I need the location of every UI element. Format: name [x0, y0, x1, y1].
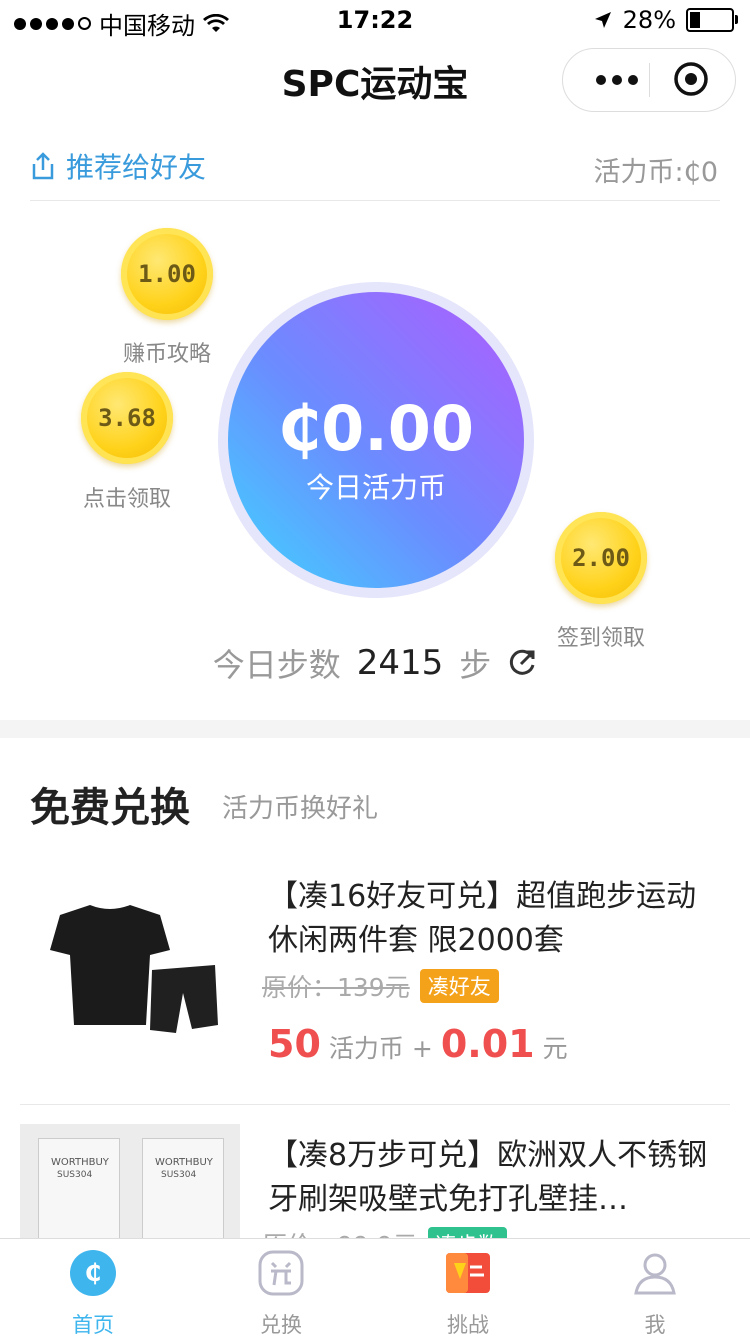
original-price: 原价：139元: [262, 973, 410, 1002]
header-divider: [30, 200, 720, 201]
section-separator: [0, 720, 750, 738]
today-steps: 今日步数 2415 步: [0, 640, 750, 686]
today-coin-circle: ₵0.00 今日活力币: [228, 292, 524, 588]
steps-label: 今日步数: [212, 646, 341, 684]
status-bar: 中国移动 17:22 28%: [0, 0, 750, 40]
close-target-icon[interactable]: [673, 61, 709, 97]
location-arrow-icon: [594, 12, 611, 28]
tab-label: 我: [644, 1313, 666, 1337]
holder-panel: WORTHBUY SUS304: [38, 1138, 120, 1238]
steps-tag: 凑步数: [427, 1227, 507, 1238]
coin-label: 点击领取: [82, 487, 171, 512]
coin-price: 50: [268, 1022, 321, 1066]
row-divider: [20, 1104, 730, 1105]
coin-value: 3.68: [98, 404, 156, 432]
cash-unit: 元: [542, 1034, 568, 1063]
battery-percent: 28%: [622, 6, 676, 34]
tab-label: 兑换: [260, 1313, 302, 1337]
challenge-icon: [446, 1253, 490, 1293]
original-price: 原价：99.9元: [262, 1226, 418, 1238]
product-card[interactable]: 【凑16好友可兑】超值跑步运动休闲两件套 限2000套 原价：139元 凑好友 …: [0, 850, 750, 1090]
more-icon[interactable]: [587, 63, 647, 97]
product-card[interactable]: WORTHBUY SUS304 WORTHBUY SUS304 【凑8万步可兑】…: [0, 1124, 750, 1238]
product-image-sportswear: [50, 905, 218, 1033]
section-subtitle: 活力币换好礼: [222, 794, 379, 824]
coin-signin-button[interactable]: 2.00: [555, 512, 647, 604]
product-title: 【凑8万步可兑】欧洲双人不锈钢牙刷架吸壁式免打孔壁挂…: [268, 1138, 708, 1217]
coin-claim-button[interactable]: 3.68: [81, 372, 173, 464]
product-image-toothbrush-holder: WORTHBUY SUS304 WORTHBUY SUS304: [20, 1124, 240, 1238]
share-label: 推荐给好友: [66, 151, 207, 184]
tab-label: 挑战: [447, 1313, 489, 1337]
brand-text: WORTHBUY: [155, 1157, 213, 1168]
product-title: 【凑16好友可兑】超值跑步运动休闲两件套 限2000套: [268, 879, 697, 958]
model-text: SUS304: [57, 1170, 93, 1180]
share-button[interactable]: 推荐给好友: [30, 146, 206, 186]
model-text: SUS304: [161, 1170, 197, 1180]
tab-profile[interactable]: 我: [595, 1239, 715, 1337]
holder-panel: WORTHBUY SUS304: [142, 1138, 224, 1238]
refresh-link-icon[interactable]: [507, 648, 537, 678]
status-right: 28%: [593, 6, 738, 34]
tab-home[interactable]: ₵ 首页: [33, 1239, 153, 1337]
today-coin-label: 今日活力币: [305, 471, 446, 504]
coin-unit: 活力币: [328, 1034, 404, 1063]
product-price-row: 原价：139元 凑好友: [262, 968, 499, 1004]
svg-text:₵: ₵: [85, 1259, 102, 1287]
home-coin-icon: ₵: [70, 1250, 116, 1296]
exchange-icon: [258, 1250, 304, 1296]
coin-balance: 活力币:₵0: [593, 157, 718, 188]
coin-value: 1.00: [138, 260, 196, 288]
tab-exchange[interactable]: 兑换: [221, 1239, 341, 1337]
battery-icon: [686, 8, 738, 32]
exchange-price: 50 活力币 + 0.01 元: [268, 1022, 568, 1066]
product-price-row: 原价：99.9元 凑步数: [262, 1226, 507, 1238]
profile-icon: [634, 1253, 676, 1295]
coin-strategy-button[interactable]: 1.00: [121, 228, 213, 320]
tab-label: 首页: [72, 1313, 114, 1337]
tab-bar: ₵ 首页 兑换 挑战 我: [0, 1238, 750, 1337]
steps-unit: 步: [459, 646, 492, 684]
capsule-divider: [649, 63, 650, 97]
share-icon: [32, 152, 54, 180]
cash-price: 0.01: [440, 1022, 535, 1066]
coin-value: 2.00: [572, 544, 630, 572]
tab-challenge[interactable]: 挑战: [408, 1239, 528, 1337]
friends-tag: 凑好友: [419, 969, 499, 1003]
today-coin-amount: ₵0.00: [277, 392, 475, 465]
plus-sign: +: [411, 1034, 433, 1063]
steps-value: 2415: [356, 643, 444, 683]
section-title: 免费兑换: [30, 785, 190, 831]
mini-program-capsule: [562, 48, 736, 112]
coin-label: 赚币攻略: [122, 342, 211, 367]
brand-text: WORTHBUY: [51, 1157, 109, 1168]
